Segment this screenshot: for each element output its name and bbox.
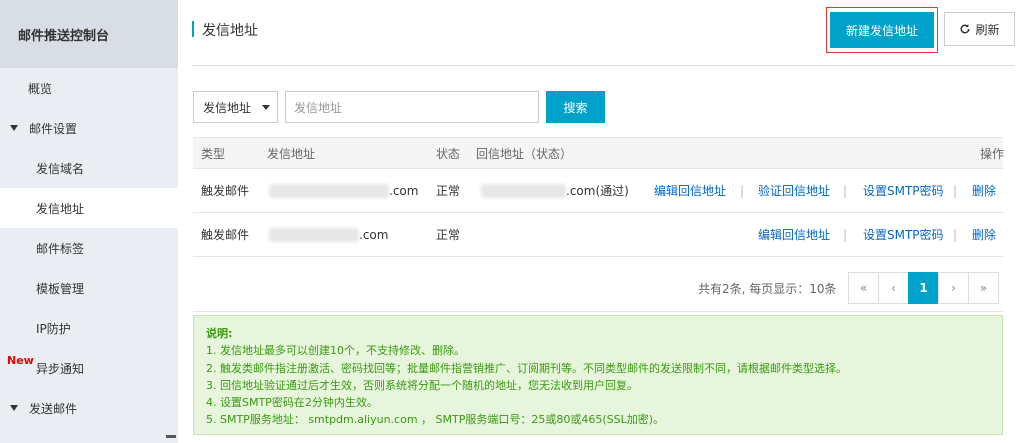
action-separator: | <box>740 183 745 198</box>
cell-address: .com <box>269 213 388 256</box>
highlight-box: 新建发信地址 <box>826 7 938 53</box>
action-separator: | <box>953 183 958 198</box>
set-smtp-password-link[interactable]: 设置SMTP密码 <box>863 169 944 212</box>
cell-reply: .com(通过) <box>481 169 629 212</box>
sidebar-item-email-tags[interactable]: 邮件标签 <box>0 228 178 268</box>
prev-page-button[interactable]: ‹ <box>878 272 909 304</box>
last-page-button[interactable]: » <box>968 272 999 304</box>
main-content: 发信地址 新建发信地址 刷新 发信地址 发信地址 搜索 类型 发信地址 状态 回… <box>178 0 1018 443</box>
col-actions: 操作 <box>980 146 1005 161</box>
search-button[interactable]: 搜索 <box>546 91 605 123</box>
caret-down-icon <box>10 405 18 411</box>
action-separator: | <box>843 227 848 242</box>
sidebar-item-overview[interactable]: 概览 <box>0 68 178 108</box>
note-line: 4. 设置SMTP密码在2分钟内生效。 <box>206 396 378 410</box>
table-row: 触发邮件 .com 正常 编辑回信地址 | 设置SMTP密码 | 删除 <box>193 213 1003 257</box>
note-line: 3. 回信地址验证通过后才生效，否则系统将分配一个随机的地址，您无法收到用户回复… <box>206 378 638 392</box>
sidebar-item-label: 异步通知 <box>36 361 85 376</box>
search-field-select[interactable]: 发信地址 <box>193 91 278 123</box>
delete-link[interactable]: 删除 <box>972 169 996 212</box>
chevron-down-icon <box>262 105 270 110</box>
table-row: 触发邮件 .com 正常 .com(通过) 编辑回信地址 | 验证回信地址 | … <box>193 169 1003 213</box>
sidebar-item-label: IP防护 <box>36 321 71 336</box>
sidebar-item-label: 模板管理 <box>36 281 85 296</box>
sidebar-item-email-settings[interactable]: 邮件设置 <box>0 108 178 148</box>
action-separator: | <box>953 227 958 242</box>
pagination-buttons: « ‹ 1 › » <box>848 272 999 304</box>
search-input[interactable]: 发信地址 <box>285 91 539 123</box>
table-header: 类型 发信地址 状态 回信地址（状态） 操作 <box>193 137 1005 169</box>
sidebar-item-sender-addresses[interactable]: 发信地址 <box>0 188 178 228</box>
cell-type: 触发邮件 <box>201 184 250 198</box>
pagination-info: 共有2条, 每页显示：10条 <box>698 282 837 296</box>
title-accent-bar <box>192 21 194 37</box>
edit-reply-address-link[interactable]: 编辑回信地址 <box>758 213 830 256</box>
notes-panel: 说明: 1. 发信地址最多可以创建10个，不支持修改、删除。 2. 触发类邮件指… <box>193 315 1003 435</box>
new-badge: New <box>7 354 34 367</box>
action-separator: | <box>843 183 848 198</box>
sidebar-item-send-email[interactable]: 发送邮件 <box>0 388 178 428</box>
address-table: 类型 发信地址 状态 回信地址（状态） 操作 触发邮件 .com 正常 .com… <box>193 137 1005 257</box>
refresh-label: 刷新 <box>975 22 1000 37</box>
search-placeholder: 发信地址 <box>294 100 343 115</box>
sidebar-item-label: 概览 <box>28 81 53 96</box>
refresh-button[interactable]: 刷新 <box>944 12 1015 46</box>
redacted-address <box>269 183 389 198</box>
sidebar: 邮件推送控制台 概览 邮件设置 发信域名 发信地址 邮件标签 模板管理 IP防护… <box>0 0 178 443</box>
reply-suffix: .com(通过) <box>566 184 629 198</box>
sidebar-item-sender-domains[interactable]: 发信域名 <box>0 148 178 188</box>
address-suffix: .com <box>389 183 419 198</box>
first-page-button[interactable]: « <box>848 272 879 304</box>
caret-down-icon <box>10 125 18 131</box>
notes-title: 说明: <box>206 327 233 340</box>
address-suffix: .com <box>359 227 389 242</box>
page-title: 发信地址 <box>202 23 258 39</box>
select-value: 发信地址 <box>203 100 252 115</box>
sidebar-item-ip-protection[interactable]: IP防护 <box>0 308 178 348</box>
cell-type: 触发邮件 <box>201 228 250 242</box>
page-button-current[interactable]: 1 <box>908 272 939 304</box>
pagination: 共有2条, 每页显示：10条 « ‹ 1 › » <box>193 262 1003 312</box>
delete-link[interactable]: 删除 <box>972 213 996 256</box>
sidebar-scrollbar[interactable] <box>166 435 176 438</box>
cell-address: .com <box>269 169 418 212</box>
col-address: 发信地址 <box>267 146 316 161</box>
refresh-icon <box>961 24 970 34</box>
note-line: 5. SMTP服务地址： smtpdm.aliyun.com ， SMTP服务端… <box>206 413 665 427</box>
sidebar-item-templates[interactable]: 模板管理 <box>0 268 178 308</box>
redacted-address <box>269 227 359 242</box>
sidebar-item-label: 邮件设置 <box>29 121 78 136</box>
sidebar-item-label: 发信地址 <box>36 201 85 216</box>
sidebar-item-label: 邮件标签 <box>36 241 85 256</box>
new-sender-address-button[interactable]: 新建发信地址 <box>830 12 934 48</box>
sidebar-item-async-notify[interactable]: New 异步通知 <box>0 348 178 388</box>
edit-reply-address-link[interactable]: 编辑回信地址 <box>654 169 726 212</box>
col-reply: 回信地址（状态） <box>476 146 573 161</box>
title-bar: 发信地址 新建发信地址 刷新 <box>192 0 1015 66</box>
note-line: 1. 发信地址最多可以创建10个，不支持修改、删除。 <box>206 344 465 358</box>
col-status: 状态 <box>436 146 461 161</box>
note-line: 2. 触发类邮件指注册激活、密码找回等；批量邮件指营销推广、订阅期刊等。不同类型… <box>206 361 847 375</box>
next-page-button[interactable]: › <box>938 272 969 304</box>
console-title: 邮件推送控制台 <box>0 0 178 68</box>
set-smtp-password-link[interactable]: 设置SMTP密码 <box>863 213 944 256</box>
cell-status: 正常 <box>436 184 461 198</box>
col-type: 类型 <box>201 146 226 161</box>
verify-reply-address-link[interactable]: 验证回信地址 <box>758 169 830 212</box>
cell-status: 正常 <box>436 228 461 242</box>
sidebar-item-label: 发送邮件 <box>29 401 78 416</box>
sidebar-item-label: 发信域名 <box>36 161 85 176</box>
redacted-reply <box>481 183 566 198</box>
